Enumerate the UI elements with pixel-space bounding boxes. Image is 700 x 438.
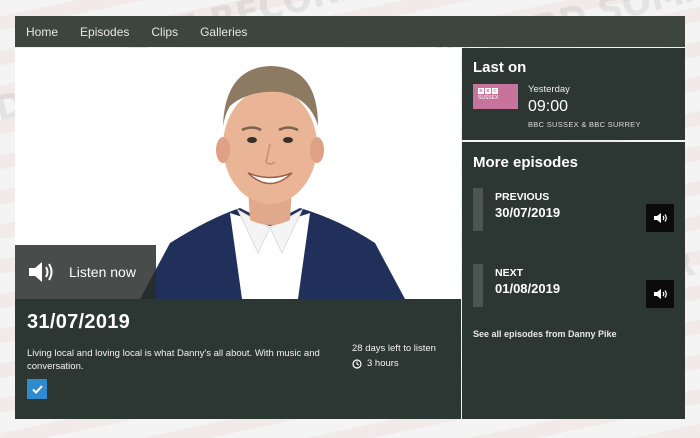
- bbc-sussex-logo: BBC SUSSEX: [473, 84, 518, 109]
- previous-label: PREVIOUS: [495, 191, 550, 203]
- logo-station-text: SUSSEX: [478, 95, 499, 101]
- all-episodes-link[interactable]: See all episodes from Danny Pike: [473, 329, 617, 339]
- more-episodes-title: More episodes: [473, 154, 579, 171]
- episode-marker: [473, 188, 483, 231]
- next-play-button[interactable]: [646, 280, 674, 308]
- sidebar: Last on BBC SUSSEX Yesterday 09:00 BBC S…: [462, 48, 685, 419]
- previous-play-button[interactable]: [646, 204, 674, 232]
- episode-description: Living local and loving local is what Da…: [27, 348, 320, 372]
- previous-date: 30/07/2019: [495, 205, 561, 220]
- last-on-panel: Last on BBC SUSSEX Yesterday 09:00 BBC S…: [462, 48, 685, 140]
- listen-now-button[interactable]: Listen now: [15, 245, 156, 299]
- episode-marker: [473, 264, 483, 307]
- nav-galleries[interactable]: Galleries: [200, 25, 247, 39]
- listen-now-label: Listen now: [69, 264, 136, 280]
- duration-row: 3 hours: [352, 358, 436, 369]
- speaker-icon: [653, 289, 667, 299]
- episode-info: 31/07/2019 Living local and loving local…: [15, 299, 461, 419]
- last-on-station: BBC SUSSEX & BBC SURREY: [528, 120, 641, 129]
- page-frame: Home Episodes Clips Galleries Listen now…: [15, 16, 685, 419]
- next-label: NEXT: [495, 267, 524, 279]
- days-left-text: 28 days left to listen: [352, 343, 436, 354]
- nav-home[interactable]: Home: [26, 25, 58, 39]
- last-on-title: Last on: [473, 59, 527, 76]
- presenter-photo: [140, 66, 405, 299]
- next-date: 01/08/2019: [495, 281, 561, 296]
- episode-main: Listen now 31/07/2019 Living local and l…: [15, 48, 461, 419]
- last-on-day: Yesterday: [528, 84, 570, 95]
- nav-episodes[interactable]: Episodes: [80, 25, 129, 39]
- more-episodes-panel: More episodes PREVIOUS 30/07/2019 NEXT 0…: [462, 142, 685, 419]
- checkmark-icon: [31, 384, 43, 394]
- availability: 28 days left to listen 3 hours: [352, 343, 436, 369]
- next-episode[interactable]: NEXT 01/08/2019: [473, 264, 674, 308]
- last-on-time: 09:00: [528, 98, 569, 115]
- top-navigation: Home Episodes Clips Galleries: [15, 16, 685, 47]
- presenter-image: Listen now: [15, 48, 461, 299]
- speaker-icon: [653, 213, 667, 223]
- previous-episode[interactable]: PREVIOUS 30/07/2019: [473, 188, 674, 232]
- episode-date: 31/07/2019: [27, 311, 131, 333]
- speaker-icon: [29, 262, 53, 282]
- clock-icon: [352, 358, 362, 369]
- bbc-blocks-icon: BBC: [478, 88, 498, 94]
- nav-clips[interactable]: Clips: [151, 25, 178, 39]
- duration-text: 3 hours: [367, 358, 399, 369]
- add-to-favourites-button[interactable]: [27, 379, 47, 399]
